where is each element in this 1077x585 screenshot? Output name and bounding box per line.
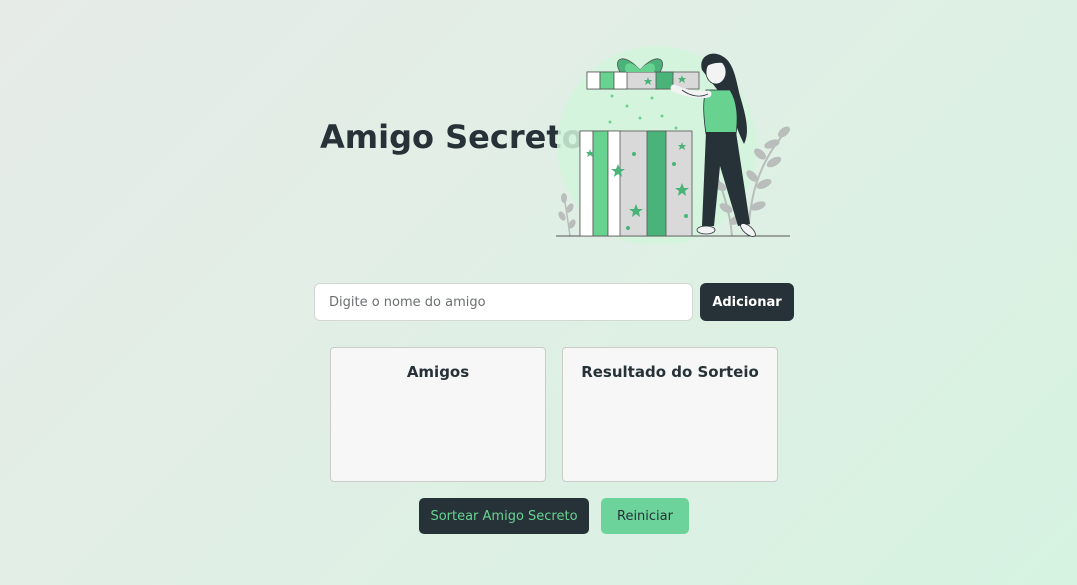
result-panel: Resultado do Sorteio [562, 347, 778, 482]
draw-secret-friend-button[interactable]: Sortear Amigo Secreto [419, 498, 589, 534]
friends-list [341, 392, 535, 473]
friend-name-input[interactable] [314, 283, 693, 321]
friends-panel-title: Amigos [406, 363, 470, 381]
add-button[interactable]: Adicionar [700, 283, 794, 321]
friends-panel: Amigos [330, 347, 546, 482]
result-list [573, 392, 767, 473]
woman-with-gift-illustration [556, 46, 790, 244]
add-friend-form: Adicionar [314, 283, 794, 321]
page-title: Amigo Secreto [320, 118, 584, 156]
result-panel-title: Resultado do Sorteio [581, 363, 759, 381]
reset-button[interactable]: Reiniciar [601, 498, 689, 534]
header: Amigo Secreto [0, 0, 1077, 250]
